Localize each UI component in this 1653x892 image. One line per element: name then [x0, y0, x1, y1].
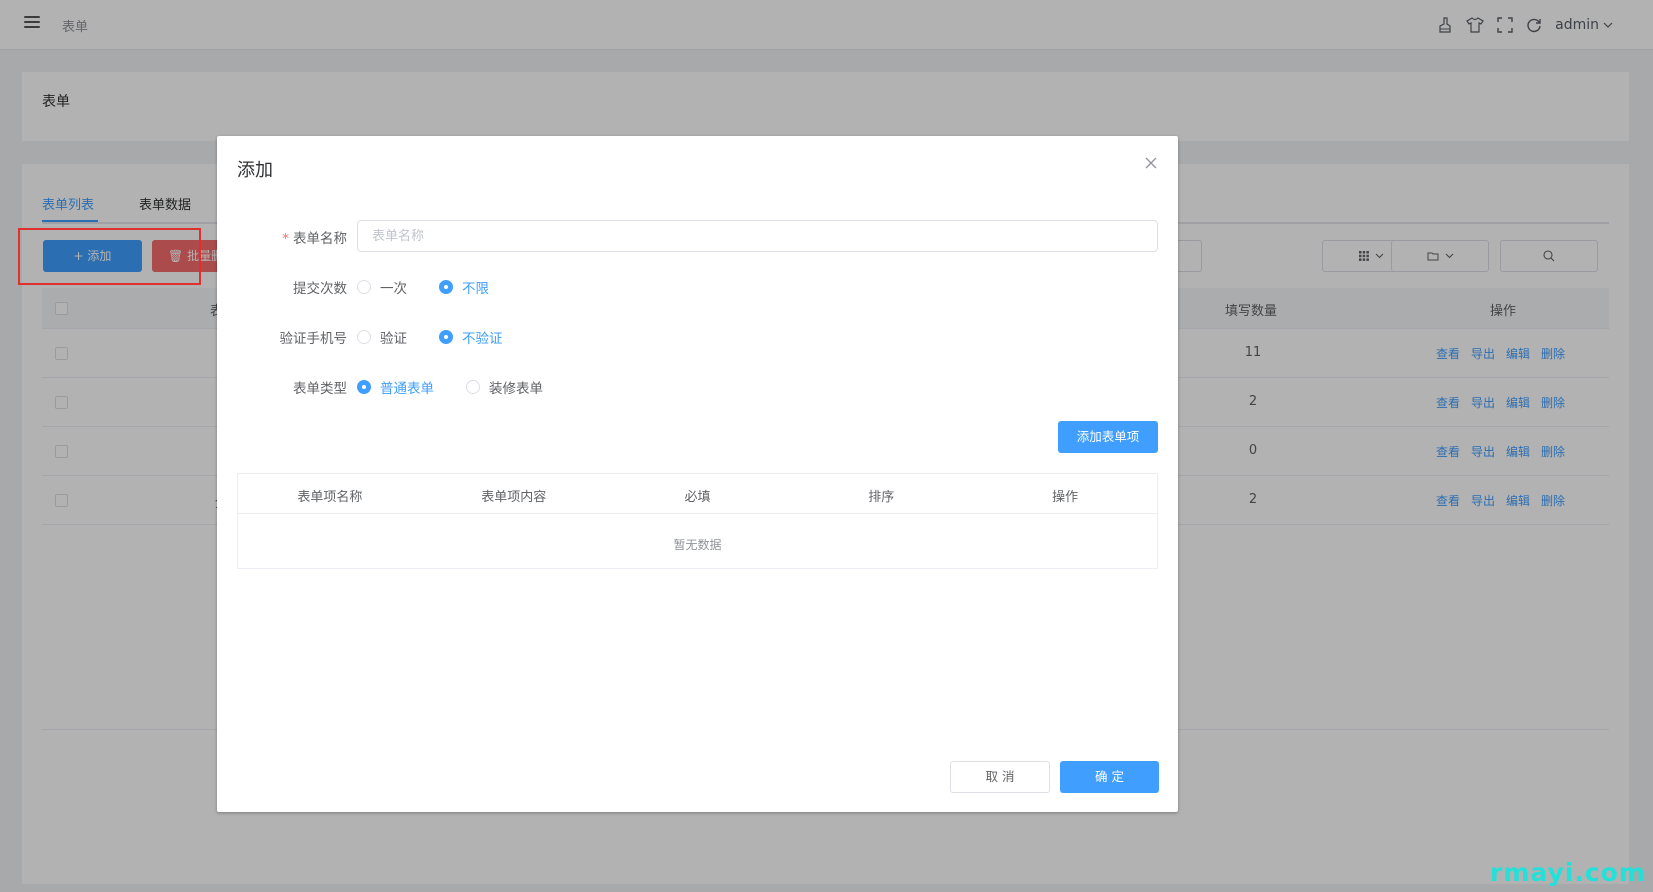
radio-verify[interactable]: 验证 [357, 327, 407, 347]
column-header-required: 必填 [684, 490, 711, 505]
required-asterisk: * [282, 231, 289, 247]
column-header-item-content: 表单项内容 [481, 490, 547, 505]
radio-no-verify[interactable]: 不验证 [439, 327, 503, 347]
radio-circle [357, 280, 371, 294]
verify-phone-row: 验证手机号 验证 不验证 [217, 320, 1178, 352]
form-name-label: * 表单名称 [237, 227, 347, 247]
submit-count-label: 提交次数 [293, 281, 347, 297]
dialog-title: 添加 [237, 160, 273, 181]
column-header-actions: 操作 [1052, 490, 1079, 505]
verify-phone-label: 验证手机号 [279, 331, 348, 347]
close-icon[interactable] [1144, 156, 1158, 170]
form-name-row: * 表单名称 [217, 220, 1178, 252]
radio-normal-form-label: 普通表单 [380, 381, 434, 397]
radio-unlimited-label: 不限 [462, 281, 489, 297]
confirm-button[interactable]: 确 定 [1060, 761, 1159, 793]
radio-circle-checked [439, 330, 453, 344]
cancel-button[interactable]: 取 消 [950, 761, 1050, 793]
column-header-item-name: 表单项名称 [297, 490, 363, 505]
form-name-input[interactable] [357, 220, 1158, 252]
radio-normal-form[interactable]: 普通表单 [357, 377, 434, 397]
radio-circle [466, 380, 480, 394]
empty-state-text: 暂无数据 [673, 538, 722, 552]
form-name-label-text: 表单名称 [293, 231, 347, 247]
add-form-item-button[interactable]: 添加表单项 [1058, 421, 1158, 453]
form-items-table: 表单项名称 表单项内容 必填 排序 操作 暂无数据 [237, 473, 1158, 569]
radio-circle-checked [439, 280, 453, 294]
add-form-dialog: 添加 *表单名称 提交次数 一次 不限 验证手机号 验证 不验证 表单类型 普通… [217, 136, 1178, 812]
form-type-label: 表单类型 [293, 381, 347, 397]
radio-once[interactable]: 一次 [357, 277, 407, 297]
submit-count-row: 提交次数 一次 不限 [217, 270, 1178, 302]
radio-verify-label: 验证 [380, 331, 407, 347]
form-items-header: 表单项名称 表单项内容 必填 排序 操作 [238, 474, 1157, 514]
watermark: rmayi.com [1490, 858, 1646, 887]
radio-decor-form[interactable]: 装修表单 [466, 377, 543, 397]
radio-no-verify-label: 不验证 [462, 331, 503, 347]
radio-decor-form-label: 装修表单 [489, 381, 543, 397]
column-header-sort: 排序 [868, 490, 895, 505]
radio-circle [357, 330, 371, 344]
radio-unlimited[interactable]: 不限 [439, 277, 489, 297]
form-type-row: 表单类型 普通表单 装修表单 [217, 370, 1178, 402]
radio-circle-checked [357, 380, 371, 394]
highlight-box [18, 228, 201, 285]
radio-once-label: 一次 [380, 281, 407, 297]
